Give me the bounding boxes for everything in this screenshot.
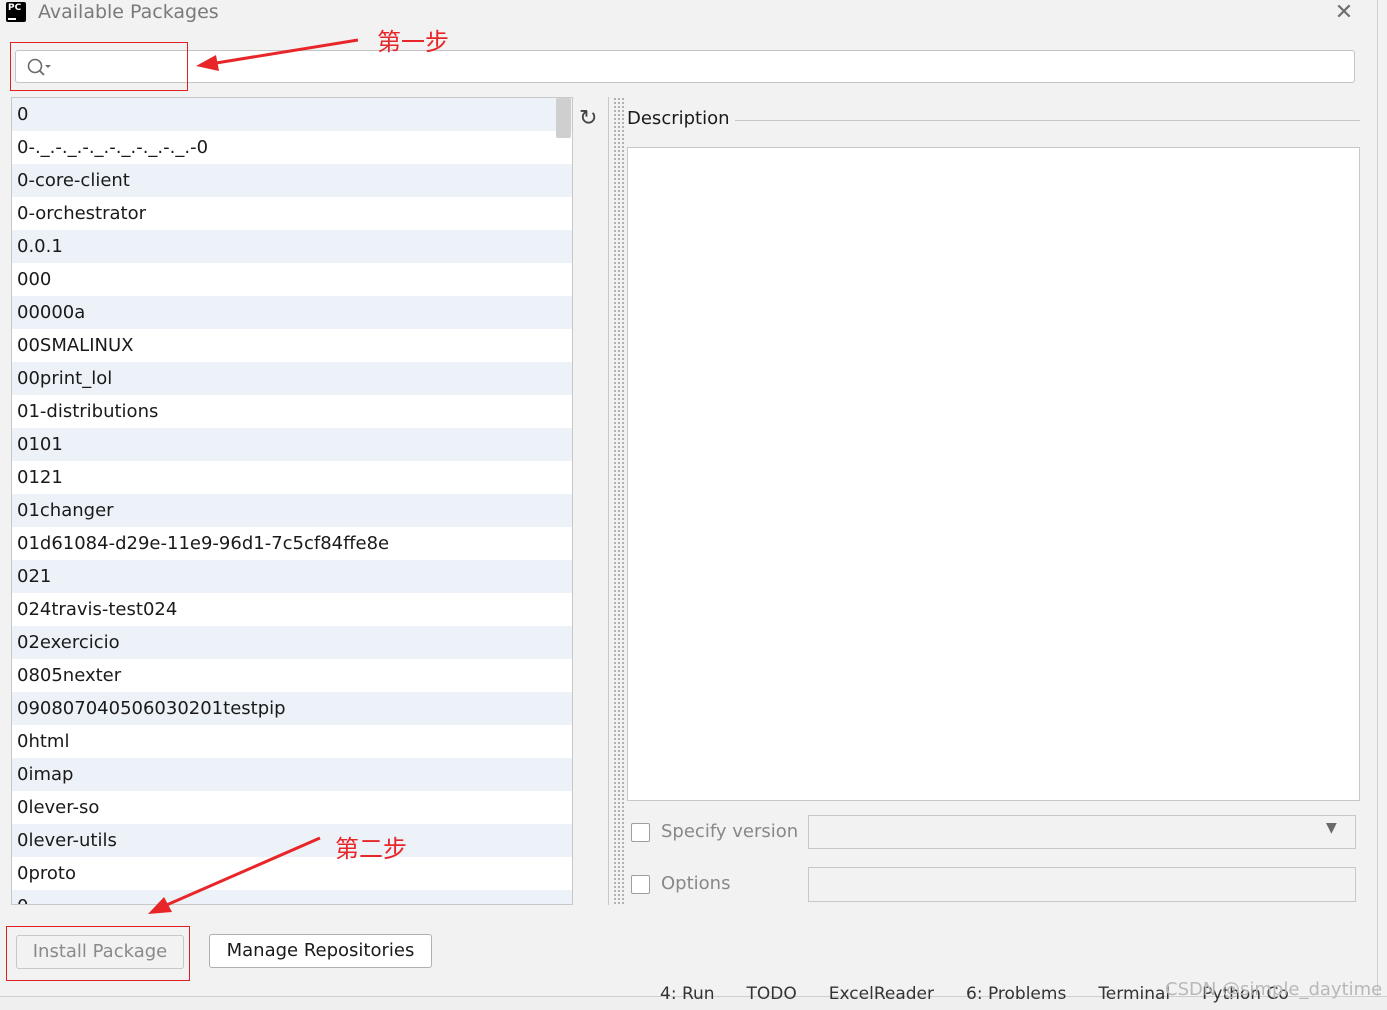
package-list-item[interactable]: 00SMALINUX	[12, 329, 572, 362]
step2-highlight-box	[6, 926, 190, 981]
package-list-item[interactable]: 0121	[12, 461, 572, 494]
description-area	[627, 147, 1360, 801]
specify-version-checkbox[interactable]	[631, 823, 650, 842]
package-list[interactable]: 0 0-._.-._.-._.-._.-._.-._.-0 0-core-clien…	[11, 97, 573, 905]
background-ide-edge	[1377, 0, 1387, 1010]
package-list-item[interactable]: 090807040506030201testpip	[12, 692, 572, 725]
package-list-item[interactable]: 0101	[12, 428, 572, 461]
splitter-handle[interactable]	[613, 97, 625, 905]
divider	[608, 97, 609, 905]
background-toolbar-item: Terminal	[1098, 984, 1171, 1004]
version-dropdown[interactable]	[808, 815, 1356, 849]
background-toolbar-item: TODO	[746, 984, 797, 1004]
package-list-item[interactable]: 02exercicio	[12, 626, 572, 659]
chevron-down-icon[interactable]: ▼	[1326, 820, 1337, 836]
package-list-item[interactable]: 0805nexter	[12, 659, 572, 692]
dialog-title: Available Packages	[38, 1, 219, 23]
package-list-item[interactable]: 01d61084-d29e-11e9-96d1-7c5cf84ffe8e	[12, 527, 572, 560]
package-list-item[interactable]: 0-orchestrator	[12, 197, 572, 230]
watermark: CSDN @simple_daytime	[1165, 979, 1383, 1000]
specify-version-label: Specify version	[661, 821, 799, 842]
package-list-item[interactable]: 0imap	[12, 758, 572, 791]
package-list-item[interactable]: 021	[12, 560, 572, 593]
step1-arrow	[196, 38, 359, 71]
close-icon[interactable]: ✕	[1332, 0, 1356, 25]
options-label: Options	[661, 873, 731, 894]
package-list-item[interactable]: 000	[12, 263, 572, 296]
package-list-item[interactable]: 00print_lol	[12, 362, 572, 395]
package-list-item[interactable]: 0.0.1	[12, 230, 572, 263]
step2-label: 第二步	[335, 835, 407, 863]
manage-repositories-button[interactable]: Manage Repositories	[209, 934, 432, 968]
title-bar: PC Available Packages ✕	[0, 0, 1387, 30]
background-toolbar-item: 6: Problems	[966, 984, 1067, 1004]
options-checkbox[interactable]	[631, 875, 650, 894]
package-list-item[interactable]: 0-._.-._.-._.-._.-._.-._.-0	[12, 131, 572, 164]
refresh-icon[interactable]: ↻	[579, 106, 597, 131]
app-icon-text: PC	[8, 3, 22, 13]
package-list-item[interactable]: 0lever-so	[12, 791, 572, 824]
options-field[interactable]	[808, 867, 1356, 902]
step1-label: 第一步	[377, 28, 449, 56]
background-toolbar-item: 4: Run	[660, 984, 715, 1004]
list-scrollbar-thumb[interactable]	[556, 98, 571, 138]
package-list-item[interactable]: 0	[12, 98, 572, 131]
step1-highlight-box	[10, 42, 188, 91]
package-list-item[interactable]: 0html	[12, 725, 572, 758]
package-list-item[interactable]: 01-distributions	[12, 395, 572, 428]
package-list-item[interactable]: 024travis-test024	[12, 593, 572, 626]
pycharm-logo-icon: PC	[6, 2, 26, 22]
description-separator	[735, 120, 1360, 121]
description-label: Description	[627, 108, 730, 129]
package-list-item[interactable]: 01changer	[12, 494, 572, 527]
step2-arrow	[148, 836, 321, 914]
package-list-item[interactable]: 00000a	[12, 296, 572, 329]
background-toolbar-item: ExcelReader	[828, 984, 934, 1004]
package-list-item[interactable]: 0-core-client	[12, 164, 572, 197]
